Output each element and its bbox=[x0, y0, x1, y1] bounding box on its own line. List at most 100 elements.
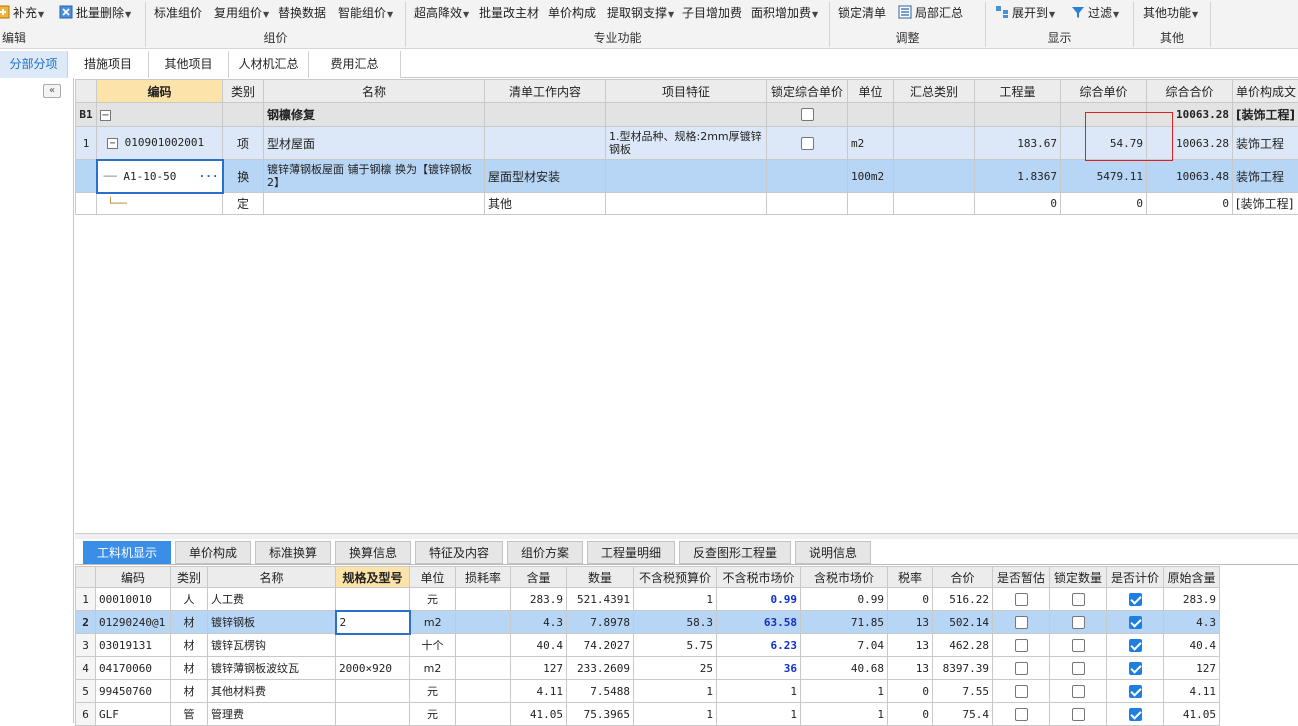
material-type[interactable]: 材 bbox=[171, 611, 208, 634]
material-content[interactable]: 283.9 bbox=[511, 588, 567, 611]
add-button[interactable]: 补充▼ bbox=[0, 4, 44, 22]
material-original-content[interactable]: 283.9 bbox=[1164, 588, 1220, 611]
material-unit[interactable]: 元 bbox=[410, 703, 456, 726]
material-spec[interactable] bbox=[336, 703, 410, 726]
estimated-checkbox[interactable] bbox=[1015, 662, 1028, 675]
high-efficiency-button[interactable]: 超高降效▼ bbox=[414, 4, 469, 22]
tab-pricing-plan[interactable]: 组价方案 bbox=[507, 541, 583, 564]
priced-checkbox[interactable] bbox=[1129, 593, 1142, 606]
material-content[interactable]: 40.4 bbox=[511, 634, 567, 657]
material-spec[interactable] bbox=[336, 680, 410, 703]
material-total[interactable]: 75.4 bbox=[933, 703, 993, 726]
material-original-content[interactable]: 40.4 bbox=[1164, 634, 1220, 657]
sub-code-cell[interactable]: ── A1-10-50 ··· bbox=[97, 160, 223, 193]
material-original-content[interactable]: 41.05 bbox=[1164, 703, 1220, 726]
material-tax-market[interactable]: 71.85 bbox=[801, 611, 888, 634]
col-header-feature[interactable]: 项目特征 bbox=[606, 80, 767, 103]
lock-list-button[interactable]: 锁定清单 bbox=[838, 4, 886, 22]
table-row[interactable]: 599450760材其他材料费元4.117.548811107.554.11 bbox=[76, 680, 1220, 703]
section-name[interactable]: 钢檩修复 bbox=[264, 103, 485, 127]
estimated-checkbox[interactable] bbox=[1015, 616, 1028, 629]
batch-main-material-button[interactable]: 批量改主材 bbox=[479, 4, 539, 22]
material-loss-rate[interactable] bbox=[456, 703, 511, 726]
material-name[interactable]: 管理费 bbox=[208, 703, 336, 726]
material-pre-tax-budget[interactable]: 1 bbox=[634, 680, 717, 703]
standard-pricing-button[interactable]: 标准组价 bbox=[154, 4, 202, 22]
col-header-type[interactable]: 类别 bbox=[171, 567, 208, 588]
table-row[interactable]: 404170060材镀锌薄钢板波纹瓦2000×920m2127233.26092… bbox=[76, 657, 1220, 680]
col-header-name[interactable]: 名称 bbox=[264, 80, 485, 103]
col-header-quantity[interactable]: 工程量 bbox=[975, 80, 1061, 103]
table-row-item[interactable]: 1 − 010901002001 项 型材屋面 1.型材品种、规格:2mm厚镀锌… bbox=[76, 127, 1298, 160]
estimated-checkbox[interactable] bbox=[1015, 708, 1028, 721]
batch-delete-button[interactable]: 批量删除▼ bbox=[59, 4, 131, 22]
material-pre-tax-budget[interactable]: 5.75 bbox=[634, 634, 717, 657]
replace-data-button[interactable]: 替换数据 bbox=[278, 4, 326, 22]
material-spec[interactable]: 2 bbox=[336, 611, 410, 634]
material-unit[interactable]: 元 bbox=[410, 588, 456, 611]
item-unit[interactable]: m2 bbox=[848, 127, 894, 160]
material-quantity[interactable]: 233.2609 bbox=[567, 657, 634, 680]
collapse-minus-icon[interactable]: − bbox=[107, 138, 118, 149]
material-unit[interactable]: m2 bbox=[410, 657, 456, 680]
item-feature[interactable]: 1.型材品种、规格:2mm厚镀锌钢板 bbox=[606, 127, 767, 160]
smart-pricing-button[interactable]: 智能组价▼ bbox=[338, 4, 393, 22]
splitter[interactable] bbox=[75, 533, 1298, 539]
tab-unit-price-composition[interactable]: 单价构成 bbox=[175, 541, 251, 564]
tab-cost-summary[interactable]: 费用汇总 bbox=[309, 51, 401, 78]
tab-features-content[interactable]: 特征及内容 bbox=[415, 541, 503, 564]
material-name[interactable]: 镀锌钢板 bbox=[208, 611, 336, 634]
table-row-default[interactable]: └── 定 其他 0 0 0 [装饰工程] bbox=[76, 193, 1298, 215]
tab-quantity-detail[interactable]: 工程量明细 bbox=[587, 541, 675, 564]
col-header-priced[interactable]: 是否计价 bbox=[1107, 567, 1164, 588]
priced-checkbox[interactable] bbox=[1129, 639, 1142, 652]
material-loss-rate[interactable] bbox=[456, 657, 511, 680]
material-tax-market[interactable]: 40.68 bbox=[801, 657, 888, 680]
priced-checkbox[interactable] bbox=[1129, 708, 1142, 721]
col-header-name[interactable]: 名称 bbox=[208, 567, 336, 588]
tab-measures[interactable]: 措施项目 bbox=[68, 51, 149, 78]
material-pre-tax-budget[interactable]: 1 bbox=[634, 703, 717, 726]
table-row-sub-item[interactable]: ── A1-10-50 ··· 换 镀锌薄钢板屋面 铺于钢檩 换为【镀锌钢板2】… bbox=[76, 160, 1298, 193]
material-pre-tax-budget[interactable]: 58.3 bbox=[634, 611, 717, 634]
material-tax-market[interactable]: 7.04 bbox=[801, 634, 888, 657]
material-spec[interactable]: 2000×920 bbox=[336, 657, 410, 680]
sub-quantity[interactable]: 1.8367 bbox=[975, 160, 1061, 193]
material-content[interactable]: 4.3 bbox=[511, 611, 567, 634]
material-original-content[interactable]: 4.11 bbox=[1164, 680, 1220, 703]
tab-labor-material-display[interactable]: 工料机显示 bbox=[83, 541, 171, 564]
tab-other-items[interactable]: 其他项目 bbox=[149, 51, 229, 78]
estimated-checkbox[interactable] bbox=[1015, 593, 1028, 606]
col-header-total[interactable]: 综合合价 bbox=[1147, 80, 1233, 103]
item-code-cell[interactable]: − 010901002001 bbox=[97, 127, 223, 160]
material-tax-rate[interactable]: 13 bbox=[888, 611, 933, 634]
material-loss-rate[interactable] bbox=[456, 680, 511, 703]
material-tax-rate[interactable]: 13 bbox=[888, 657, 933, 680]
def-quantity[interactable]: 0 bbox=[975, 193, 1061, 215]
tab-labor-material-summary[interactable]: 人材机汇总 bbox=[229, 51, 309, 78]
material-spec[interactable] bbox=[336, 634, 410, 657]
material-tax-market[interactable]: 1 bbox=[801, 703, 888, 726]
material-total[interactable]: 8397.39 bbox=[933, 657, 993, 680]
reuse-pricing-button[interactable]: 复用组价▼ bbox=[214, 4, 269, 22]
material-name[interactable]: 镀锌瓦楞钩 bbox=[208, 634, 336, 657]
col-header-code[interactable]: 编码 bbox=[96, 567, 171, 588]
material-type[interactable]: 管 bbox=[171, 703, 208, 726]
col-header-unit[interactable]: 单位 bbox=[848, 80, 894, 103]
collapse-cell[interactable]: − bbox=[97, 103, 223, 127]
lock-qty-checkbox[interactable] bbox=[1072, 685, 1085, 698]
lock-qty-checkbox[interactable] bbox=[1072, 708, 1085, 721]
material-quantity[interactable]: 7.5488 bbox=[567, 680, 634, 703]
col-header-content[interactable]: 含量 bbox=[511, 567, 567, 588]
partial-summary-button[interactable]: 局部汇总 bbox=[898, 4, 963, 22]
material-total[interactable]: 462.28 bbox=[933, 634, 993, 657]
material-loss-rate[interactable] bbox=[456, 588, 511, 611]
material-type[interactable]: 人 bbox=[171, 588, 208, 611]
table-row[interactable]: 6GLF管管理费元41.0575.3965111075.441.05 bbox=[76, 703, 1220, 726]
material-tax-rate[interactable]: 0 bbox=[888, 588, 933, 611]
extract-steel-support-button[interactable]: 提取钢支撑▼ bbox=[607, 4, 674, 22]
col-header-unit-price[interactable]: 综合单价 bbox=[1061, 80, 1147, 103]
col-header-original-content[interactable]: 原始含量 bbox=[1164, 567, 1220, 588]
material-pre-tax-market[interactable]: 63.58 bbox=[717, 611, 801, 634]
material-pre-tax-market[interactable]: 1 bbox=[717, 680, 801, 703]
